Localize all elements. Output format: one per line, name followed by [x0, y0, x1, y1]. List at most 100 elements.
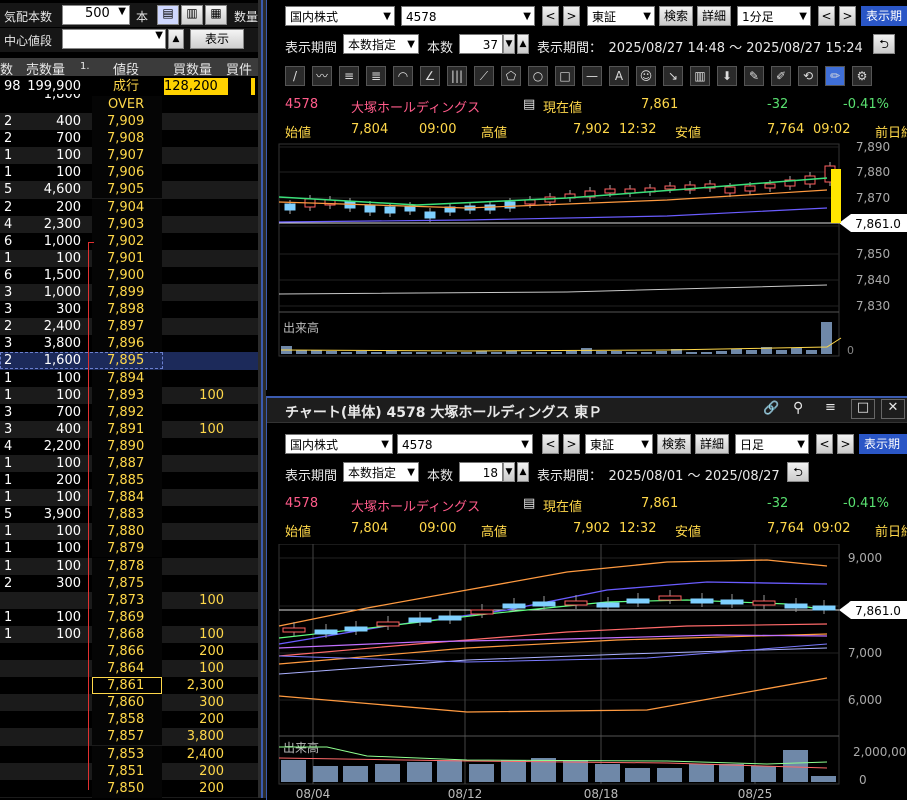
drawing-tool-icon[interactable]: ▥ — [690, 66, 710, 86]
order-book-row[interactable]: 1 100 7,887 — [0, 454, 258, 473]
close-icon[interactable]: ✕ — [881, 399, 905, 419]
order-book-row[interactable]: 3 300 7,898 — [0, 301, 258, 319]
detail-button[interactable]: 詳細 — [697, 6, 731, 26]
drawing-tool-icon[interactable]: ✏ — [825, 66, 845, 86]
order-book-row[interactable]: 6 1,000 7,902 — [0, 232, 258, 250]
order-book-row[interactable]: 3 400 7,891 100 — [0, 420, 258, 438]
order-book-row[interactable]: 1 100 7,894 — [0, 369, 258, 387]
order-book-row[interactable]: 5 4,600 7,905 — [0, 181, 258, 199]
order-book-row[interactable]: OVER — [0, 96, 258, 113]
order-book-row[interactable]: 1 200 7,885 — [0, 472, 258, 490]
order-book-row[interactable]: 1 100 7,907 — [0, 147, 258, 165]
order-book-row[interactable]: 5 3,900 7,883 — [0, 506, 258, 524]
order-book-row[interactable]: 1 100 7,878 — [0, 557, 258, 575]
count-down-button[interactable]: ▼ — [503, 34, 515, 54]
order-book-row[interactable]: 2 200 7,904 — [0, 198, 258, 216]
order-book-row[interactable]: 7,866 200 — [0, 643, 258, 660]
drawing-tool-icon[interactable]: ○ — [528, 66, 548, 86]
drawing-tool-icon[interactable]: 〰 — [312, 66, 332, 86]
order-book-row[interactable]: 3 1,000 7,899 — [0, 284, 258, 302]
order-book-row[interactable]: 3 3,800 7,896 — [0, 335, 258, 353]
show-period-button[interactable]: 表示期 — [861, 6, 907, 26]
exchange-select[interactable]: 東証 ▼ — [587, 6, 655, 26]
count-up-button[interactable]: ▲ — [517, 462, 529, 482]
show-button[interactable]: 表示 — [190, 29, 244, 49]
order-book-row[interactable]: 2 700 7,908 — [0, 130, 258, 148]
drawing-tool-icon[interactable]: / — [285, 66, 305, 86]
count-up-button[interactable]: ▲ — [517, 34, 529, 54]
order-book-row[interactable]: 1 100 7,893 100 — [0, 386, 258, 404]
order-book-row[interactable]: 2 1,600 7,895 — [0, 352, 258, 370]
quote-count-select[interactable]: 500 ▼ — [62, 5, 130, 25]
drawing-tool-icon[interactable]: ⬠ — [501, 66, 521, 86]
prev-code-button[interactable]: < — [542, 434, 559, 454]
count-input[interactable]: 37 — [459, 34, 503, 54]
interval-select[interactable]: 1分足 ▼ — [737, 6, 811, 26]
drawing-tool-icon[interactable]: ⟲ — [798, 66, 818, 86]
link-icon[interactable]: 🔗 — [763, 401, 779, 416]
order-book-row[interactable]: 7,857 3,800 — [0, 728, 258, 746]
market-select[interactable]: 国内株式 ▼ — [285, 6, 395, 26]
view-mode-1-icon[interactable]: ▤ — [157, 5, 179, 25]
next-code-button[interactable]: > — [563, 6, 580, 26]
next-interval-button[interactable]: > — [839, 6, 856, 26]
drawing-tool-icon[interactable]: ↘ — [663, 66, 683, 86]
view-mode-3-icon[interactable]: ▦ — [205, 5, 227, 25]
drawing-tool-icon[interactable]: ||| — [447, 66, 467, 86]
view-mode-2-icon[interactable]: ▥ — [181, 5, 203, 25]
drawing-tool-icon[interactable]: — — [582, 66, 602, 86]
order-book-row[interactable]: 7,858 200 — [0, 711, 258, 729]
drawing-tool-icon[interactable]: ✎ — [744, 66, 764, 86]
window-titlebar[interactable]: チャート(単体) 4578 大塚ホールディングス 東Ｐ 🔗 ⚲ ≡ □ ✕ — [267, 398, 907, 423]
center-price-up-button[interactable]: ▲ — [168, 29, 184, 49]
order-book-row[interactable]: 7,851 200 — [0, 762, 258, 780]
order-book-row[interactable]: 1 100 7,901 — [0, 249, 258, 267]
order-book-row[interactable]: 7,860 300 — [0, 694, 258, 712]
drawing-tool-icon[interactable]: ∠ — [420, 66, 440, 86]
refresh-icon[interactable]: ⮌ — [787, 462, 809, 482]
drawing-tool-icon[interactable]: ≣ — [366, 66, 386, 86]
order-book-row[interactable]: 7,873 100 — [0, 591, 258, 609]
refresh-icon[interactable]: ⮌ — [873, 34, 895, 54]
search-button[interactable]: 検索 — [657, 434, 691, 454]
next-interval-button[interactable]: > — [837, 434, 854, 454]
maximize-icon[interactable]: □ — [851, 399, 875, 419]
order-book-row[interactable]: 1 100 7,884 — [0, 489, 258, 507]
period-mode-select[interactable]: 本数指定 ▼ — [343, 34, 419, 54]
order-book-row[interactable]: 1 100 7,880 — [0, 523, 258, 541]
code-input[interactable]: 4578 ▼ — [397, 434, 533, 454]
order-book-row[interactable]: 4 2,200 7,890 — [0, 437, 258, 455]
count-input[interactable]: 18 — [459, 462, 503, 482]
exchange-select[interactable]: 東証 ▼ — [585, 434, 653, 454]
prev-interval-button[interactable]: < — [816, 434, 833, 454]
order-book-row[interactable]: 6 1,500 7,900 — [0, 266, 258, 284]
daily-chart[interactable]: 9,0008,0007,0006,0007,861.0出来高2,000,0000… — [267, 544, 907, 800]
market-select[interactable]: 国内株式 ▼ — [285, 434, 393, 454]
drawing-tool-icon[interactable]: ◠ — [393, 66, 413, 86]
order-book-row[interactable]: 2 300 7,875 — [0, 574, 258, 592]
interval-select[interactable]: 日足 ▼ — [735, 434, 809, 454]
period-mode-select[interactable]: 本数指定 ▼ — [343, 462, 419, 482]
order-book-row[interactable]: 1 100 7,868 100 — [0, 625, 258, 643]
drawing-tool-icon[interactable]: ≡ — [339, 66, 359, 86]
drawing-tool-icon[interactable]: □ — [555, 66, 575, 86]
count-down-button[interactable]: ▼ — [503, 462, 515, 482]
order-book-row[interactable]: 1 100 7,869 — [0, 608, 258, 626]
search-button[interactable]: 検索 — [659, 6, 693, 26]
drawing-tool-icon[interactable]: ✐ — [771, 66, 791, 86]
order-book-row[interactable]: 2 2,400 7,897 — [0, 318, 258, 336]
prev-code-button[interactable]: < — [542, 6, 559, 26]
drawing-tool-icon[interactable]: ☺ — [636, 66, 656, 86]
detail-button[interactable]: 詳細 — [695, 434, 729, 454]
order-book-row[interactable]: 1 100 7,906 — [0, 164, 258, 182]
order-book-row[interactable]: 7,864 100 — [0, 660, 258, 678]
order-book-row[interactable]: 3 700 7,892 — [0, 403, 258, 421]
order-book-row[interactable]: 2 400 7,909 — [0, 113, 258, 131]
next-code-button[interactable]: > — [563, 434, 580, 454]
drawing-tool-icon[interactable]: ⚙ — [852, 66, 872, 86]
search-icon[interactable]: ⚲ — [793, 400, 803, 416]
center-price-input[interactable]: ▼ — [62, 29, 166, 49]
order-book-row[interactable]: 7,853 2,400 — [0, 745, 258, 763]
order-book-row[interactable]: 1 100 7,879 — [0, 540, 258, 558]
drawing-tool-icon[interactable]: A — [609, 66, 629, 86]
